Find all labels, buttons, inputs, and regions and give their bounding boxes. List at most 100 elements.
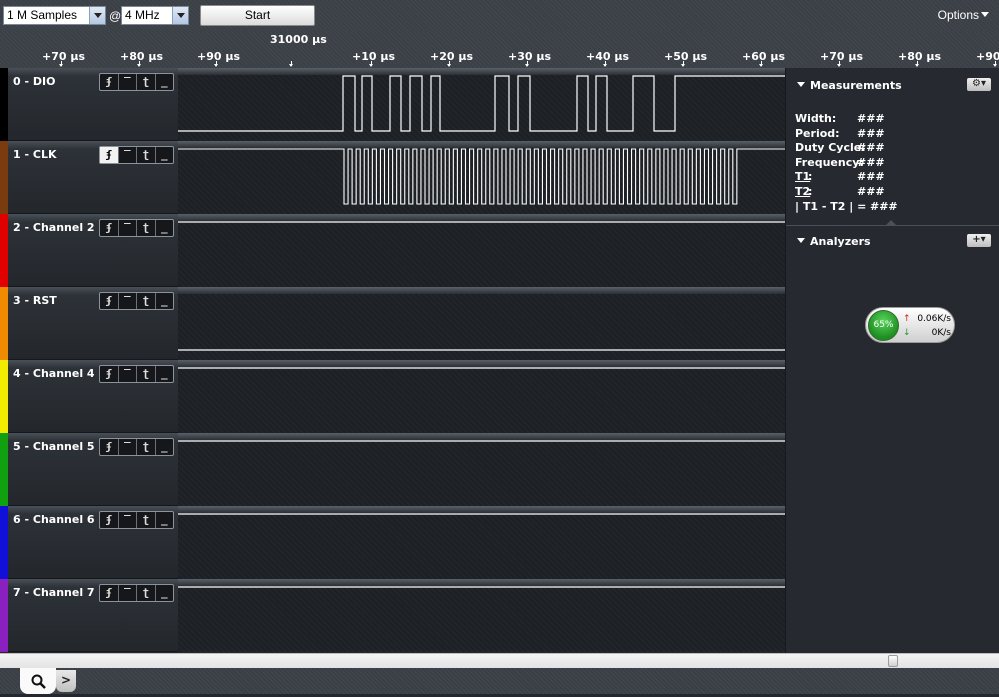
channel-header[interactable]: 7 - Channel 7 ʄ ‾ ʈ _ xyxy=(0,579,178,652)
channel-name[interactable]: 2 - Channel 2 xyxy=(13,221,95,234)
waveform-plot[interactable] xyxy=(178,360,785,433)
start-button[interactable]: Start xyxy=(200,5,315,26)
more-tabs-button[interactable]: > xyxy=(56,670,76,692)
ruler-tick-mark xyxy=(369,61,373,67)
high-level-trigger-button[interactable]: ‾ xyxy=(119,439,137,455)
measurements-header[interactable]: Measurements xyxy=(797,79,902,92)
high-level-trigger-button[interactable]: ‾ xyxy=(119,220,137,236)
channel-name[interactable]: 6 - Channel 6 xyxy=(13,513,95,526)
falling-edge-trigger-button[interactable]: ʈ xyxy=(137,512,156,528)
low-level-trigger-button[interactable]: _ xyxy=(156,366,174,382)
ruler-tick-mark xyxy=(915,61,919,67)
channel-header[interactable]: 0 - DIO ʄ ‾ ʈ _ xyxy=(0,68,178,141)
measurement-label: Frequency: xyxy=(795,155,864,169)
analyzers-header[interactable]: Analyzers xyxy=(797,235,871,248)
low-level-trigger-button[interactable]: _ xyxy=(156,220,174,236)
channel-header[interactable]: 6 - Channel 6 ʄ ‾ ʈ _ xyxy=(0,506,178,579)
channel-header[interactable]: 2 - Channel 2 ʄ ‾ ʈ _ xyxy=(0,214,178,287)
channel-name[interactable]: 1 - CLK xyxy=(13,148,56,161)
channel-header[interactable]: 1 - CLK ʄ ‾ ʈ _ xyxy=(0,141,178,214)
waveform-plot[interactable] xyxy=(178,433,785,506)
channel-name[interactable]: 3 - RST xyxy=(13,294,57,307)
ruler-tick-mark xyxy=(603,61,607,67)
low-level-trigger-button[interactable]: _ xyxy=(156,439,174,455)
falling-edge-trigger-button[interactable]: ʈ xyxy=(137,366,156,382)
channel-name[interactable]: 0 - DIO xyxy=(13,75,55,88)
options-label: Options xyxy=(937,8,979,22)
sample-count-select[interactable]: 1 M Samples xyxy=(3,6,106,25)
ruler-tick-mark xyxy=(837,61,841,67)
download-rate: ↓ 0K/s xyxy=(903,328,951,338)
rising-edge-trigger-button[interactable]: ʄ xyxy=(100,366,119,382)
channel-4-waveform xyxy=(178,367,785,369)
rising-edge-trigger-button[interactable]: ʄ xyxy=(100,512,119,528)
search-tab[interactable] xyxy=(20,668,56,694)
falling-edge-trigger-button[interactable]: ʈ xyxy=(137,293,156,309)
channel-color-swatch xyxy=(0,506,8,579)
falling-edge-trigger-button[interactable]: ʈ xyxy=(137,74,156,90)
channel-header[interactable]: 3 - RST ʄ ‾ ʈ _ xyxy=(0,287,178,360)
chevron-down-icon[interactable] xyxy=(172,7,188,24)
channel-name[interactable]: 5 - Channel 5 xyxy=(13,440,95,453)
ruler-tick-label: +10 µs xyxy=(352,50,395,63)
measurements-settings-button[interactable]: ⚙▾ xyxy=(967,78,991,91)
rising-edge-trigger-button[interactable]: ʄ xyxy=(100,439,119,455)
rising-edge-trigger-button[interactable]: ʄ xyxy=(100,220,119,236)
high-level-trigger-button[interactable]: ‾ xyxy=(119,366,137,382)
waveform-plot[interactable] xyxy=(178,68,785,141)
channel-row-6: 6 - Channel 6 ʄ ‾ ʈ _ xyxy=(0,506,785,579)
high-level-trigger-button[interactable]: ‾ xyxy=(119,512,137,528)
rising-edge-trigger-button[interactable]: ʄ xyxy=(100,74,119,90)
falling-edge-trigger-button[interactable]: ʈ xyxy=(137,220,156,236)
search-icon xyxy=(31,674,46,689)
high-level-trigger-button[interactable]: ‾ xyxy=(119,293,137,309)
ruler-tick-label: +50 µs xyxy=(664,50,707,63)
measurement-value: ### xyxy=(857,184,885,198)
time-ruler[interactable]: 31000 µs +70 µs +80 µs +90 µs +10 µs +20… xyxy=(0,31,999,68)
measurement-value: ### xyxy=(857,126,885,140)
high-level-trigger-button[interactable]: ‾ xyxy=(119,147,137,163)
measurement-label: Width: xyxy=(795,112,837,125)
waveform-plot[interactable] xyxy=(178,506,785,579)
waveform-plot[interactable] xyxy=(178,579,785,652)
high-level-trigger-button[interactable]: ‾ xyxy=(119,74,137,90)
options-menu[interactable]: Options xyxy=(938,8,989,22)
channel-name[interactable]: 4 - Channel 4 xyxy=(13,367,95,380)
rising-edge-trigger-button[interactable]: ʄ xyxy=(100,293,119,309)
low-level-trigger-button[interactable]: _ xyxy=(156,293,174,309)
channel-header[interactable]: 5 - Channel 5 ʄ ‾ ʈ _ xyxy=(0,433,178,506)
measurements-title: Measurements xyxy=(810,79,902,92)
collapse-triangle-icon[interactable] xyxy=(797,82,805,87)
trigger-buttons: ʄ ‾ ʈ _ xyxy=(99,584,174,602)
rising-edge-trigger-button[interactable]: ʄ xyxy=(100,147,119,163)
sample-rate-select[interactable]: 4 MHz xyxy=(121,6,189,25)
falling-edge-trigger-button[interactable]: ʈ xyxy=(137,147,156,163)
high-level-trigger-button[interactable]: ‾ xyxy=(119,585,137,601)
channel-color-swatch xyxy=(0,360,8,433)
waveform-plot[interactable] xyxy=(178,214,785,287)
horizontal-scrollbar[interactable] xyxy=(0,653,999,668)
waveform-plot[interactable] xyxy=(178,287,785,360)
low-level-trigger-button[interactable]: _ xyxy=(156,147,174,163)
chevron-down-icon[interactable] xyxy=(89,7,105,24)
scrollbar-thumb[interactable] xyxy=(888,655,898,667)
falling-edge-trigger-button[interactable]: ʈ xyxy=(137,585,156,601)
sample-count-value: 1 M Samples xyxy=(7,8,78,22)
chevron-down-icon: ▾ xyxy=(980,234,986,245)
ruler-tick-mark xyxy=(525,61,529,67)
rising-edge-trigger-button[interactable]: ʄ xyxy=(100,585,119,601)
waveform-plot[interactable] xyxy=(178,141,785,214)
low-level-trigger-button[interactable]: _ xyxy=(156,512,174,528)
falling-edge-trigger-button[interactable]: ʈ xyxy=(137,439,156,455)
channel-name[interactable]: 7 - Channel 7 xyxy=(13,586,95,599)
side-panel: Measurements ⚙▾ Width: ### Period: ### D… xyxy=(785,68,999,653)
measurement-value: ### xyxy=(857,141,885,155)
low-level-trigger-button[interactable]: _ xyxy=(156,585,174,601)
low-level-trigger-button[interactable]: _ xyxy=(156,74,174,90)
cpu-usage-gauge: 65% xyxy=(868,310,899,341)
channel-header[interactable]: 4 - Channel 4 ʄ ‾ ʈ _ xyxy=(0,360,178,433)
measurement-value: ### xyxy=(857,112,885,125)
panel-divider[interactable] xyxy=(786,220,999,226)
add-analyzer-button[interactable]: +▾ xyxy=(967,234,991,247)
collapse-triangle-icon[interactable] xyxy=(797,238,805,243)
